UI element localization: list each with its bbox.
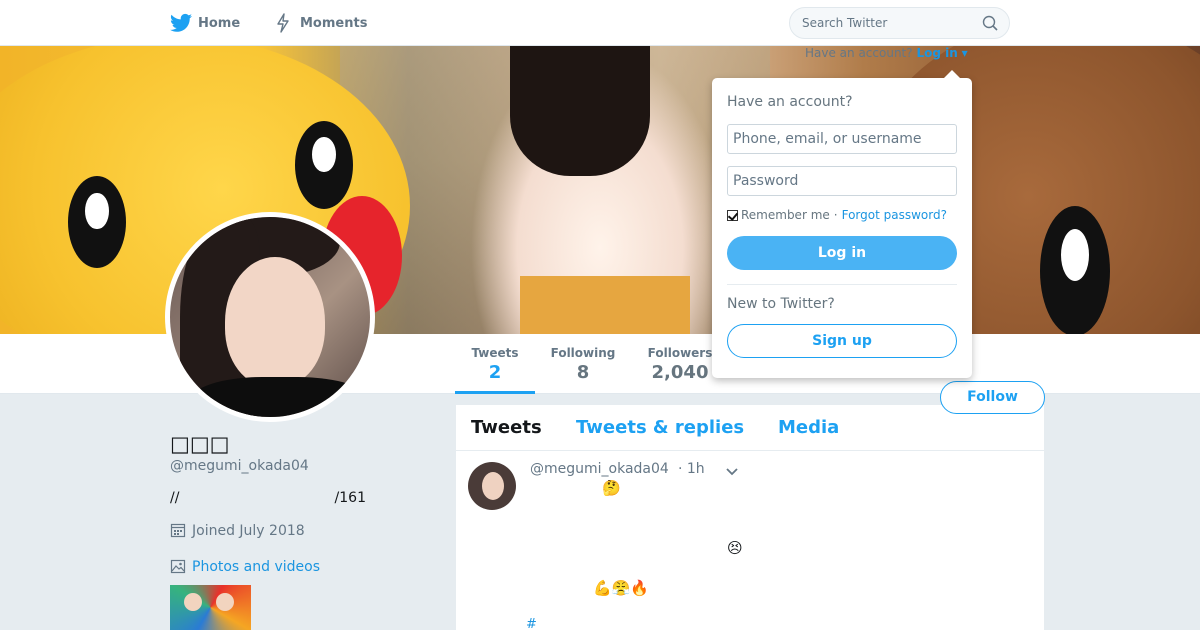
stat-followers[interactable]: Followers 2,040 xyxy=(646,346,714,383)
avatar-photo xyxy=(170,217,370,417)
banner-mascot-eye xyxy=(295,121,353,209)
tab-tweets[interactable]: Tweets xyxy=(471,417,542,438)
login-link[interactable]: Have an account? Log in ▾ xyxy=(805,46,968,60)
login-dropdown: Have an account? Phone, email, or userna… xyxy=(712,70,972,378)
photos-and-videos-link[interactable]: Photos and videos xyxy=(170,558,320,576)
tweet-timeline: Tweets Tweets & replies Media @megumi_ok… xyxy=(456,405,1044,630)
twitter-bird-icon xyxy=(170,12,192,34)
separator-dot: · xyxy=(833,208,838,222)
username-field[interactable]: Phone, email, or username xyxy=(727,124,957,154)
nav-moments[interactable]: Moments xyxy=(272,12,367,34)
divider xyxy=(727,284,957,285)
remember-me-label[interactable]: Remember me xyxy=(741,208,830,222)
avatar-face xyxy=(225,257,325,387)
forgot-password-link[interactable]: Forgot password? xyxy=(842,208,947,222)
new-to-twitter-label: New to Twitter? xyxy=(727,296,835,312)
stat-following[interactable]: Following 8 xyxy=(546,346,620,383)
search-input[interactable]: Search Twitter xyxy=(789,7,1010,39)
chevron-down-icon[interactable] xyxy=(724,463,740,479)
profile-avatar[interactable] xyxy=(165,212,375,422)
tweet-hashtag[interactable]: # xyxy=(526,617,537,630)
signup-button[interactable]: Sign up xyxy=(727,324,957,358)
tweet-emoji: 💪😤🔥 xyxy=(593,579,650,597)
nav-home[interactable]: Home xyxy=(170,12,240,34)
login-link-action[interactable]: Log in xyxy=(916,46,957,60)
remember-me-row: Remember me · Forgot password? xyxy=(727,208,947,222)
thumbnail-face xyxy=(216,593,234,611)
tweet-avatar-face xyxy=(482,472,504,500)
photos-and-videos-label: Photos and videos xyxy=(192,559,321,575)
tweet-timestamp[interactable]: · 1h xyxy=(678,461,705,477)
banner-person-hair xyxy=(510,46,650,176)
remember-me-checkbox[interactable] xyxy=(727,209,738,221)
nav-home-label: Home xyxy=(198,15,241,31)
password-field[interactable]: Password xyxy=(727,166,957,196)
search-placeholder: Search Twitter xyxy=(802,16,888,30)
profile-bio: // /161 xyxy=(170,490,370,506)
tweet-emoji: 🤔 xyxy=(602,479,621,497)
search-icon[interactable] xyxy=(982,15,998,31)
tweet-handle[interactable]: @megumi_okada04 xyxy=(530,461,669,477)
top-navigation-bar: Home Moments Search Twitter xyxy=(0,0,1200,46)
profile-bio-left: // xyxy=(170,490,180,506)
stat-tweets[interactable]: Tweets 2 xyxy=(455,346,535,394)
avatar-shirt xyxy=(190,377,370,417)
caret-down-icon: ▾ xyxy=(961,46,968,60)
image-icon xyxy=(170,558,188,576)
media-thumbnail[interactable] xyxy=(170,585,251,630)
tab-media[interactable]: Media xyxy=(778,417,839,438)
nav-moments-label: Moments xyxy=(300,15,368,31)
follow-button[interactable]: Follow xyxy=(940,381,1045,414)
profile-name[interactable]: □□□ xyxy=(170,432,230,456)
banner-mascot-eye xyxy=(1040,206,1110,334)
profile-bio-right: /161 xyxy=(334,490,366,506)
thumbnail-face xyxy=(184,593,202,611)
lightning-icon xyxy=(272,12,294,34)
login-dropdown-title: Have an account? xyxy=(727,94,853,110)
profile-handle[interactable]: @megumi_okada04 xyxy=(170,458,309,474)
tweet-avatar[interactable] xyxy=(468,462,516,510)
tab-tweets-and-replies[interactable]: Tweets & replies xyxy=(576,417,744,438)
tweet-emoji: 😣 xyxy=(727,539,743,557)
banner-mascot-eye xyxy=(68,176,126,268)
banner-person-sash xyxy=(520,276,690,334)
profile-joined-label: Joined July 2018 xyxy=(192,523,305,539)
login-button[interactable]: Log in xyxy=(727,236,957,270)
calendar-icon xyxy=(170,522,188,540)
profile-joined-date: Joined July 2018 xyxy=(170,522,305,540)
